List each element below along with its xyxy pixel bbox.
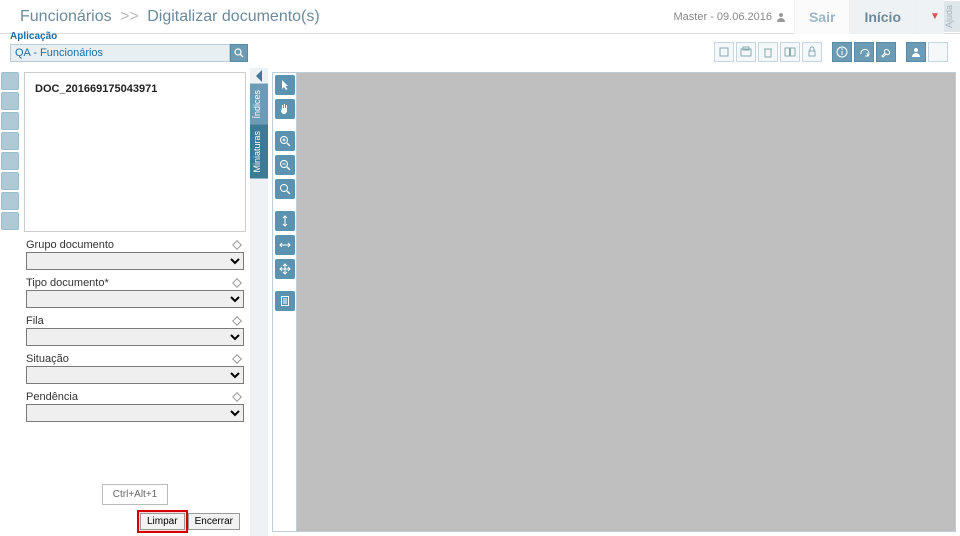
info-icon: [836, 46, 848, 58]
person-icon: [910, 46, 922, 58]
diamond-icon[interactable]: [230, 390, 244, 404]
document-name[interactable]: DOC_201669175043971: [35, 83, 235, 95]
toolbar-button-10[interactable]: [928, 42, 948, 62]
application-search-button[interactable]: [230, 44, 248, 62]
session-info: Master - 09.06.2016: [674, 11, 786, 23]
lock-icon: [806, 46, 818, 58]
zoom-region-tool[interactable]: [275, 179, 295, 199]
wrench-icon: [880, 46, 892, 58]
document-icon: [279, 295, 291, 307]
field-tipo-documento: Tipo documento*: [26, 276, 244, 308]
pointer-icon: [279, 79, 291, 91]
field-fila: Fila: [26, 314, 244, 346]
breadcrumb: Funcionários >> Digitalizar documento(s): [0, 8, 674, 26]
fit-width-icon: [279, 239, 291, 251]
crumb-separator: >>: [120, 8, 139, 25]
diamond-icon[interactable]: [230, 352, 244, 366]
alert-button[interactable]: ▼: [915, 0, 944, 34]
toolbar: [714, 42, 948, 62]
diamond-icon[interactable]: [230, 314, 244, 328]
rail-button-3[interactable]: [1, 112, 19, 130]
toolbar-button-1[interactable]: [714, 42, 734, 62]
situacao-select[interactable]: [26, 366, 244, 384]
rail-button-7[interactable]: [1, 192, 19, 210]
document-tool[interactable]: [275, 291, 295, 311]
fit-height-tool[interactable]: [275, 211, 295, 231]
header: Funcionários >> Digitalizar documento(s)…: [0, 0, 960, 34]
home-button[interactable]: Início: [849, 0, 915, 34]
crumb-root[interactable]: Funcionários: [20, 8, 112, 25]
viewer-toolbar: [272, 72, 296, 532]
toolbar-lock-button[interactable]: [802, 42, 822, 62]
tipo-documento-select[interactable]: [26, 290, 244, 308]
toolbar-wrench-button[interactable]: [876, 42, 896, 62]
toolbar-info-button[interactable]: [832, 42, 852, 62]
crumb-current: Digitalizar documento(s): [147, 8, 320, 25]
fit-page-tool[interactable]: [275, 259, 295, 279]
trash-icon: [762, 46, 774, 58]
application-input[interactable]: [10, 44, 230, 62]
action-buttons: Limpar Encerrar: [26, 513, 244, 530]
zoom-out-tool[interactable]: [275, 155, 295, 175]
field-label: Fila: [26, 315, 44, 327]
tab-indices[interactable]: Índices: [250, 84, 268, 125]
limpar-button[interactable]: Limpar: [140, 513, 185, 530]
field-situacao: Situação: [26, 352, 244, 384]
side-tabs: Índices Miniaturas: [250, 68, 268, 536]
left-panel: DOC_201669175043971 Grupo documento Tipo…: [20, 68, 250, 536]
hand-icon: [279, 103, 291, 115]
rail-button-8[interactable]: [1, 212, 19, 230]
document-list[interactable]: DOC_201669175043971: [24, 72, 246, 232]
search-icon: [234, 48, 244, 58]
logout-button[interactable]: Sair: [794, 0, 849, 34]
fila-select[interactable]: [26, 328, 244, 346]
diamond-icon[interactable]: [230, 238, 244, 252]
rail-button-6[interactable]: [1, 172, 19, 190]
toolbar-trash-button[interactable]: [758, 42, 778, 62]
field-grupo-documento: Grupo documento: [26, 238, 244, 270]
toolbar-redo-button[interactable]: [854, 42, 874, 62]
field-pendencia: Pendência: [26, 390, 244, 422]
fit-width-tool[interactable]: [275, 235, 295, 255]
subbar: Aplicação: [0, 34, 960, 68]
pan-tool[interactable]: [275, 99, 295, 119]
field-label: Grupo documento: [26, 239, 114, 251]
diamond-icon[interactable]: [230, 276, 244, 290]
toolbar-person-button[interactable]: [906, 42, 926, 62]
shortcut-hint[interactable]: Ctrl+Alt+1: [102, 484, 168, 505]
pendencia-select[interactable]: [26, 404, 244, 422]
zoom-out-icon: [279, 159, 291, 171]
session-label: Master - 09.06.2016: [674, 11, 772, 23]
tab-miniaturas[interactable]: Miniaturas: [250, 125, 268, 179]
redo-icon: [858, 46, 870, 58]
field-label: Situação: [26, 353, 69, 365]
toolbar-button-2[interactable]: [736, 42, 756, 62]
collapse-arrow-icon[interactable]: [256, 70, 262, 82]
application-label: Aplicação: [10, 31, 248, 42]
zoom-region-icon: [279, 183, 291, 195]
fit-height-icon: [279, 215, 291, 227]
field-label: Tipo documento*: [26, 277, 109, 289]
index-form: Grupo documento Tipo documento* Fila: [24, 232, 246, 532]
pointer-tool[interactable]: [275, 75, 295, 95]
encerrar-button[interactable]: Encerrar: [188, 513, 240, 530]
zoom-in-tool[interactable]: [275, 131, 295, 151]
field-label: Pendência: [26, 391, 78, 403]
rail-button-4[interactable]: [1, 132, 19, 150]
viewer-canvas[interactable]: [296, 72, 956, 532]
fit-page-icon: [279, 263, 291, 275]
zoom-in-icon: [279, 135, 291, 147]
rail-button-5[interactable]: [1, 152, 19, 170]
grupo-documento-select[interactable]: [26, 252, 244, 270]
rail-button-2[interactable]: [1, 92, 19, 110]
main: DOC_201669175043971 Grupo documento Tipo…: [0, 68, 960, 536]
help-tab[interactable]: Ajuda: [944, 1, 960, 32]
left-rail: [0, 68, 20, 536]
application-selector: Aplicação: [10, 31, 248, 62]
rail-button-1[interactable]: [1, 72, 19, 90]
user-icon: [776, 12, 786, 22]
viewer: [268, 68, 960, 536]
toolbar-button-4[interactable]: [780, 42, 800, 62]
